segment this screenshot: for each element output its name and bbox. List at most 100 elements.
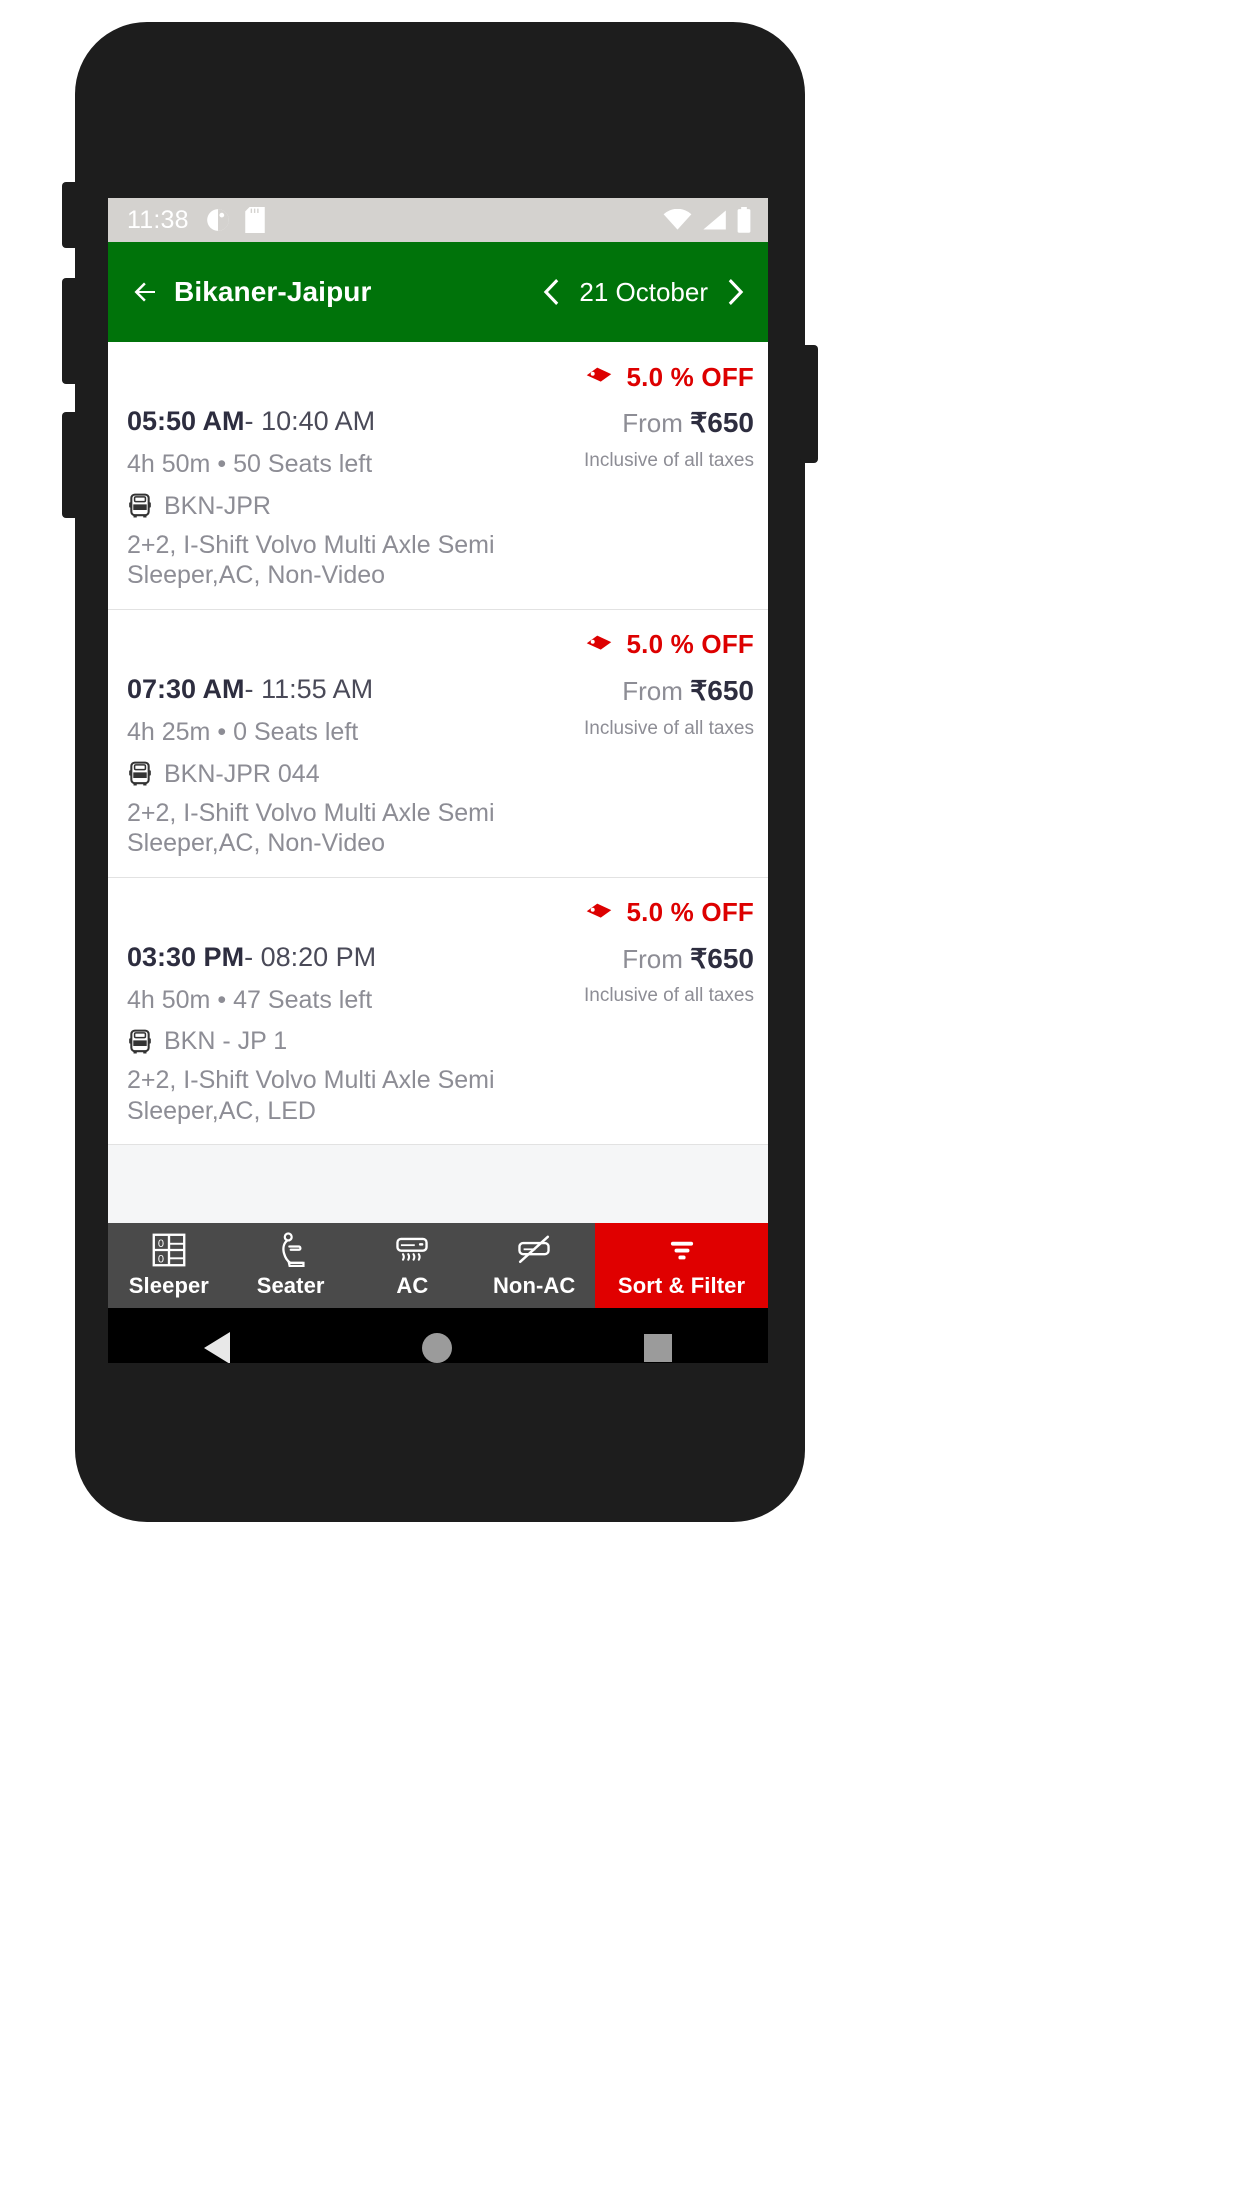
filter-bar: 0 0 Sleeper Seater AC Non-AC Sort & Filt… <box>108 1223 768 1308</box>
bus-result-card[interactable]: 5.0 % OFF 07:30 AM- 11:55 AM 4h 25m • 0 Se… <box>108 609 768 878</box>
date-navigator: 21 October <box>541 277 752 308</box>
android-recents-icon[interactable] <box>644 1334 672 1362</box>
seat-icon <box>281 1232 305 1268</box>
bus-meta: 4h 50m • 47 Seats left <box>127 986 584 1015</box>
android-home-icon[interactable] <box>422 1333 452 1363</box>
bus-results-list[interactable]: 5.0 % OFF 05:50 AM- 10:40 AM 4h 50m • 50 S… <box>108 342 768 1223</box>
bus-result-card[interactable]: 5.0 % OFF 05:50 AM- 10:40 AM 4h 50m • 50 S… <box>108 342 768 610</box>
selected-date-label[interactable]: 21 October <box>579 277 708 308</box>
arrival-time: 10:40 AM <box>261 406 376 436</box>
tax-note: Inclusive of all taxes <box>583 985 754 1007</box>
discount-text: 5.0 % OFF <box>626 629 754 660</box>
filter-item-seater[interactable]: Seater <box>230 1223 352 1308</box>
trip-duration: 4h 50m <box>127 985 211 1014</box>
phone-power-button[interactable] <box>800 345 818 463</box>
price-tag-icon <box>586 635 611 650</box>
battery-icon <box>737 207 751 233</box>
price-prefix: From <box>622 943 683 974</box>
currency-symbol: ₹ <box>690 675 708 706</box>
bus-price-block: From ₹650 Inclusive of all taxes <box>584 934 754 1008</box>
departure-time: 07:30 AM <box>127 673 245 704</box>
price-tag-icon <box>586 903 611 918</box>
screenshot-icon <box>206 209 229 231</box>
status-bar-right-icons <box>663 207 752 233</box>
filter-label: Non-AC <box>492 1273 576 1298</box>
sort-and-filter-button[interactable]: Sort & Filter <box>595 1223 768 1308</box>
bus-operator-name: BKN-JPR <box>164 491 271 520</box>
price-line: From ₹650 <box>584 674 754 707</box>
bus-operator-name: BKN - JP 1 <box>164 1027 288 1056</box>
signal-icon <box>703 210 726 230</box>
bus-result-card[interactable]: 5.0 % OFF 03:30 PM- 08:20 PM 4h 50m • 47 S… <box>108 877 768 1146</box>
bus-operator-row: BKN - JP 1 <box>127 1027 584 1056</box>
price-amount: 650 <box>707 942 754 974</box>
chevron-right-icon[interactable] <box>724 277 746 307</box>
discount-text: 5.0 % OFF <box>626 897 754 928</box>
android-back-icon[interactable] <box>204 1332 230 1363</box>
meta-bullet: • <box>217 985 227 1014</box>
app-bar: Bikaner-Jaipur 21 October <box>108 242 768 342</box>
screenshot-root: 11:38 Bikaner-Jaipur 21 October 5.0 % OF… <box>0 0 1242 2208</box>
filter-item-non-ac[interactable]: Non-AC <box>473 1223 595 1308</box>
bus-timing: 07:30 AM- 11:55 AM <box>127 674 584 705</box>
sd-card-icon <box>244 207 265 233</box>
time-separator: - <box>244 673 254 704</box>
wifi-icon <box>663 209 692 230</box>
bus-operator-row: BKN-JPR 044 <box>127 760 584 789</box>
arrival-time: 08:20 PM <box>260 941 377 972</box>
currency-symbol: ₹ <box>690 408 708 438</box>
status-bar-left-icons <box>205 207 265 233</box>
phone-volume-up-button[interactable] <box>62 278 80 384</box>
phone-volume-down-button[interactable] <box>62 412 80 518</box>
bus-card-details: 07:30 AM- 11:55 AM 4h 25m•0 Seats left <box>127 666 584 859</box>
price-amount: 650 <box>707 407 754 438</box>
filter-label: Sleeper <box>128 1273 209 1298</box>
trip-duration: 4h 25m <box>127 717 211 746</box>
list-bottom-spacer <box>108 1145 768 1223</box>
discount-badge: 5.0 % OFF <box>127 892 754 934</box>
seats-left: 47 Seats left <box>233 985 373 1014</box>
sleeper-berth-icon: 0 0 <box>152 1233 186 1267</box>
meta-bullet: • <box>217 717 227 746</box>
bus-icon <box>129 1029 151 1054</box>
price-tag-icon <box>586 367 611 382</box>
bus-icon <box>129 493 151 518</box>
air-conditioner-icon <box>396 1237 429 1261</box>
back-arrow-icon[interactable] <box>130 277 160 307</box>
tax-note: Inclusive of all taxes <box>583 717 754 739</box>
discount-badge: 5.0 % OFF <box>127 356 754 398</box>
filter-label: Sort & Filter <box>617 1273 746 1298</box>
svg-text:0: 0 <box>158 1253 164 1265</box>
price-line: From ₹650 <box>584 942 754 975</box>
filter-item-ac[interactable]: AC <box>352 1223 474 1308</box>
departure-time: 03:30 PM <box>127 941 245 972</box>
bus-card-body: 07:30 AM- 11:55 AM 4h 25m•0 Seats left <box>127 666 754 859</box>
filter-label: AC <box>396 1273 429 1298</box>
seats-left: 50 Seats left <box>233 450 373 479</box>
status-bar: 11:38 <box>108 198 768 242</box>
phone-screen: 11:38 Bikaner-Jaipur 21 October 5.0 % OF… <box>108 198 768 1363</box>
bus-meta: 4h 50m • 50 Seats left <box>127 450 584 479</box>
arrival-time: 11:55 AM <box>261 673 374 704</box>
time-separator: - <box>244 406 254 436</box>
bus-meta: 4h 25m • 0 Seats left <box>127 718 584 747</box>
phone-side-button-top[interactable] <box>62 182 80 248</box>
price-line: From ₹650 <box>584 407 754 439</box>
bus-type-description: 2+2, I-Shift Volvo Multi Axle Semi Sleep… <box>127 798 495 858</box>
currency-symbol: ₹ <box>690 943 708 974</box>
bus-operator-row: BKN-JPR <box>127 492 584 521</box>
filter-item-sleeper[interactable]: 0 0 Sleeper <box>108 1223 230 1308</box>
price-amount: 650 <box>707 674 754 706</box>
tax-note: Inclusive of all taxes <box>583 449 754 471</box>
time-separator: - <box>244 941 254 972</box>
bus-type-description: 2+2, I-Shift Volvo Multi Axle Semi Sleep… <box>127 1066 495 1125</box>
bus-price-block: From ₹650 Inclusive of all taxes <box>584 398 754 472</box>
trip-duration: 4h 50m <box>127 450 211 479</box>
android-navigation-bar <box>108 1308 768 1363</box>
chevron-left-icon[interactable] <box>541 277 563 307</box>
air-conditioner-off-icon <box>518 1235 550 1264</box>
filter-label: Seater <box>256 1273 325 1298</box>
price-prefix: From <box>622 675 683 706</box>
bus-card-details: 03:30 PM- 08:20 PM 4h 50m • 47 Seats left <box>127 934 584 1127</box>
status-bar-clock: 11:38 <box>127 205 189 234</box>
